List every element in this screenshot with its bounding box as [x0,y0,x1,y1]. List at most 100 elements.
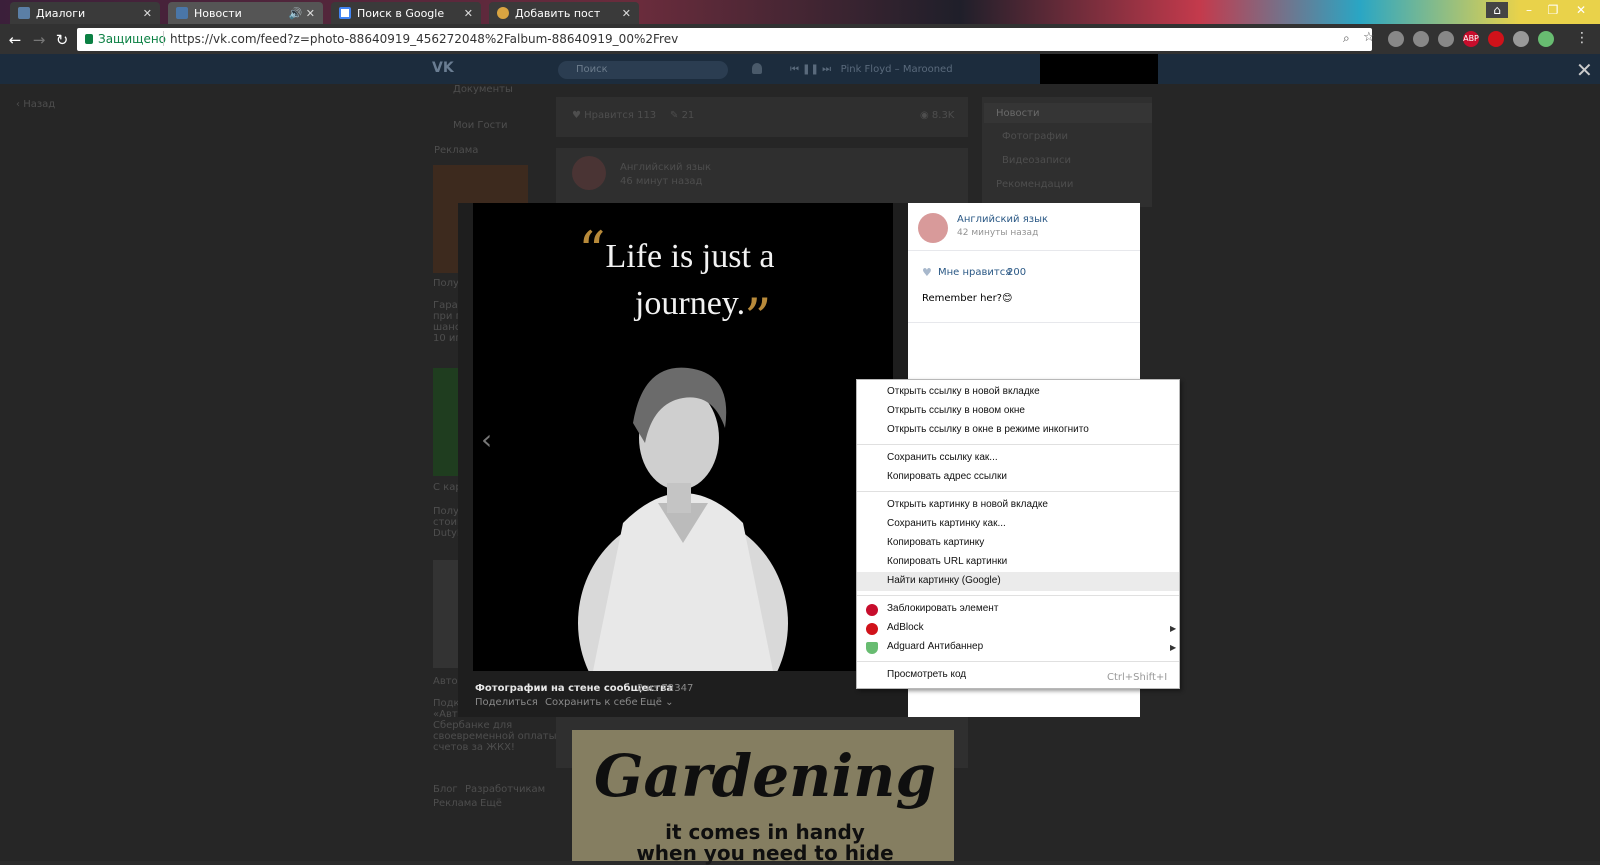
menu-guests[interactable]: Мои Гости [453,120,507,131]
views-count: ◉ 8.3K [920,110,955,121]
footer-link[interactable]: Блог [433,784,458,795]
post-author[interactable]: Английский язык [620,162,711,173]
like-count[interactable]: 200 [1007,267,1026,278]
google-icon [339,7,351,19]
ads-label: Реклама [434,145,479,156]
url-text[interactable]: https://vk.com/feed?z=photo-88640919_456… [170,32,678,46]
divider [163,31,164,46]
ghost-icon[interactable] [1513,31,1529,47]
menu-block-element[interactable]: Заблокировать элемент [857,600,1179,619]
menu-save-image-as[interactable]: Сохранить картинку как... [857,515,1179,534]
like-button[interactable]: ♥ Нравится 113 [572,110,656,121]
photo-counter: 2 из 72347 [637,683,694,694]
vk-messages-icon [18,7,30,19]
post-time: 46 минут назад [620,176,703,187]
shield-icon[interactable] [1388,31,1404,47]
ad-text: счетов за ЖКХ! [433,742,515,753]
audio-player[interactable]: ⏮ ❚❚ ⏭ Pink Floyd – Marooned [790,64,953,75]
nav-news[interactable]: Новости [996,108,1039,119]
menu-open-image-new-tab[interactable]: Открыть картинку в новой вкладке [857,496,1179,515]
page-icon [497,7,509,19]
close-viewer-icon[interactable]: ✕ [1576,58,1593,82]
menu-documents[interactable]: Документы [453,84,513,95]
tab-dialogs[interactable]: Диалоги ✕ [10,2,160,24]
footer-link[interactable]: Ещё [480,798,502,809]
profile-icon[interactable]: ⌂ [1486,2,1508,18]
footer-link[interactable]: Разработчикам [465,784,545,795]
submenu-arrow-icon: ▶ [1170,643,1177,652]
like-label[interactable]: Мне нравится [938,267,1011,278]
close-quote-icon: ” [744,287,772,350]
menu-search-image-google[interactable]: Найти картинку (Google) [857,572,1179,591]
zoom-icon[interactable]: ⌕ [1343,31,1350,46]
caption-bar [473,671,893,717]
avatar[interactable] [572,156,606,190]
quote-line: journey. [634,285,746,322]
bookmark-star-icon[interactable]: ☆ [1363,30,1375,45]
extension-icon[interactable] [1438,31,1454,47]
divider [908,322,1140,323]
adguard-icon[interactable] [1538,31,1554,47]
menu-save-link-as[interactable]: Сохранить ссылку как... [857,449,1179,468]
share-button[interactable]: Поделиться [475,697,538,708]
close-icon[interactable]: ✕ [143,7,152,20]
dim-overlay [572,730,954,861]
tab-google-search[interactable]: Поиск в Google ✕ [331,2,481,24]
menu-adblock[interactable]: AdBlock [857,619,1179,638]
menu-separator [857,595,1179,596]
vk-icon [176,7,188,19]
post-author[interactable]: Английский язык [957,214,1048,225]
menu-separator [857,661,1179,662]
ad-text: шанс [433,322,461,333]
forward-arrow-icon[interactable]: → [30,31,48,49]
tab-title: Диалоги [36,6,86,20]
menu-open-link-incognito[interactable]: Открыть ссылку в окне в режиме инкогнито [857,421,1179,440]
adblock-plus-icon[interactable]: ABP [1463,31,1479,47]
menu-separator [857,491,1179,492]
menu-separator [857,444,1179,445]
avatar[interactable] [918,213,948,243]
back-link[interactable]: ‹ Назад [16,99,55,110]
close-icon[interactable]: ✕ [622,7,631,20]
reload-icon[interactable]: ↻ [53,31,71,49]
menu-open-link-new-tab[interactable]: Открыть ссылку в новой вкладке [857,383,1179,402]
globe-icon[interactable] [1413,31,1429,47]
adblock-icon[interactable] [1488,31,1504,47]
vk-search-input[interactable]: Поиск [558,61,728,79]
tab-title: Поиск в Google [357,6,445,20]
submenu-arrow-icon: ▶ [1170,624,1177,633]
more-button[interactable]: Ещё ⌄ [640,697,673,708]
maximize-icon[interactable]: ❐ [1542,2,1564,18]
quote-line: Life is just a [605,238,775,275]
nav-photos[interactable]: Фотографии [1002,131,1068,142]
back-arrow-icon[interactable]: ← [6,31,24,49]
close-icon[interactable]: ✕ [464,7,473,20]
tab-add-post[interactable]: Добавить пост ✕ [489,2,639,24]
minimize-icon[interactable]: – [1518,2,1540,18]
heart-icon[interactable]: ♥ [922,267,934,278]
close-icon[interactable]: 🔊 ✕ [289,7,315,20]
tab-title: Новости [194,6,242,20]
divider [908,250,1140,251]
tab-title: Добавить пост [515,6,601,20]
secure-label[interactable]: Защищено [98,32,166,46]
lock-icon[interactable] [85,34,93,44]
bell-icon[interactable] [752,63,762,74]
prev-photo-icon[interactable]: ‹ [481,423,492,456]
comment-button[interactable]: ✎ 21 [670,110,694,121]
menu-open-link-new-window[interactable]: Открыть ссылку в новом окне [857,402,1179,421]
menu-copy-image-url[interactable]: Копировать URL картинки [857,553,1179,572]
tab-news[interactable]: Новости 🔊 ✕ [168,2,323,24]
window-close-icon[interactable]: ✕ [1570,2,1592,18]
nav-videos[interactable]: Видеозаписи [1002,155,1071,166]
menu-copy-image[interactable]: Копировать картинку [857,534,1179,553]
menu-dots-icon[interactable]: ⋮ [1575,30,1589,46]
vk-logo[interactable]: VK [432,60,456,76]
footer-link[interactable]: Реклама [433,798,477,809]
menu-copy-link-address[interactable]: Копировать адрес ссылки [857,468,1179,487]
save-to-profile-button[interactable]: Сохранить к себе [545,697,638,708]
post-time[interactable]: 42 минуты назад [957,228,1038,238]
post-text: Remember her?😊 [922,293,1013,304]
nav-recommendations[interactable]: Рекомендации [996,179,1073,190]
menu-adguard[interactable]: Adguard Антибаннер [857,638,1179,657]
